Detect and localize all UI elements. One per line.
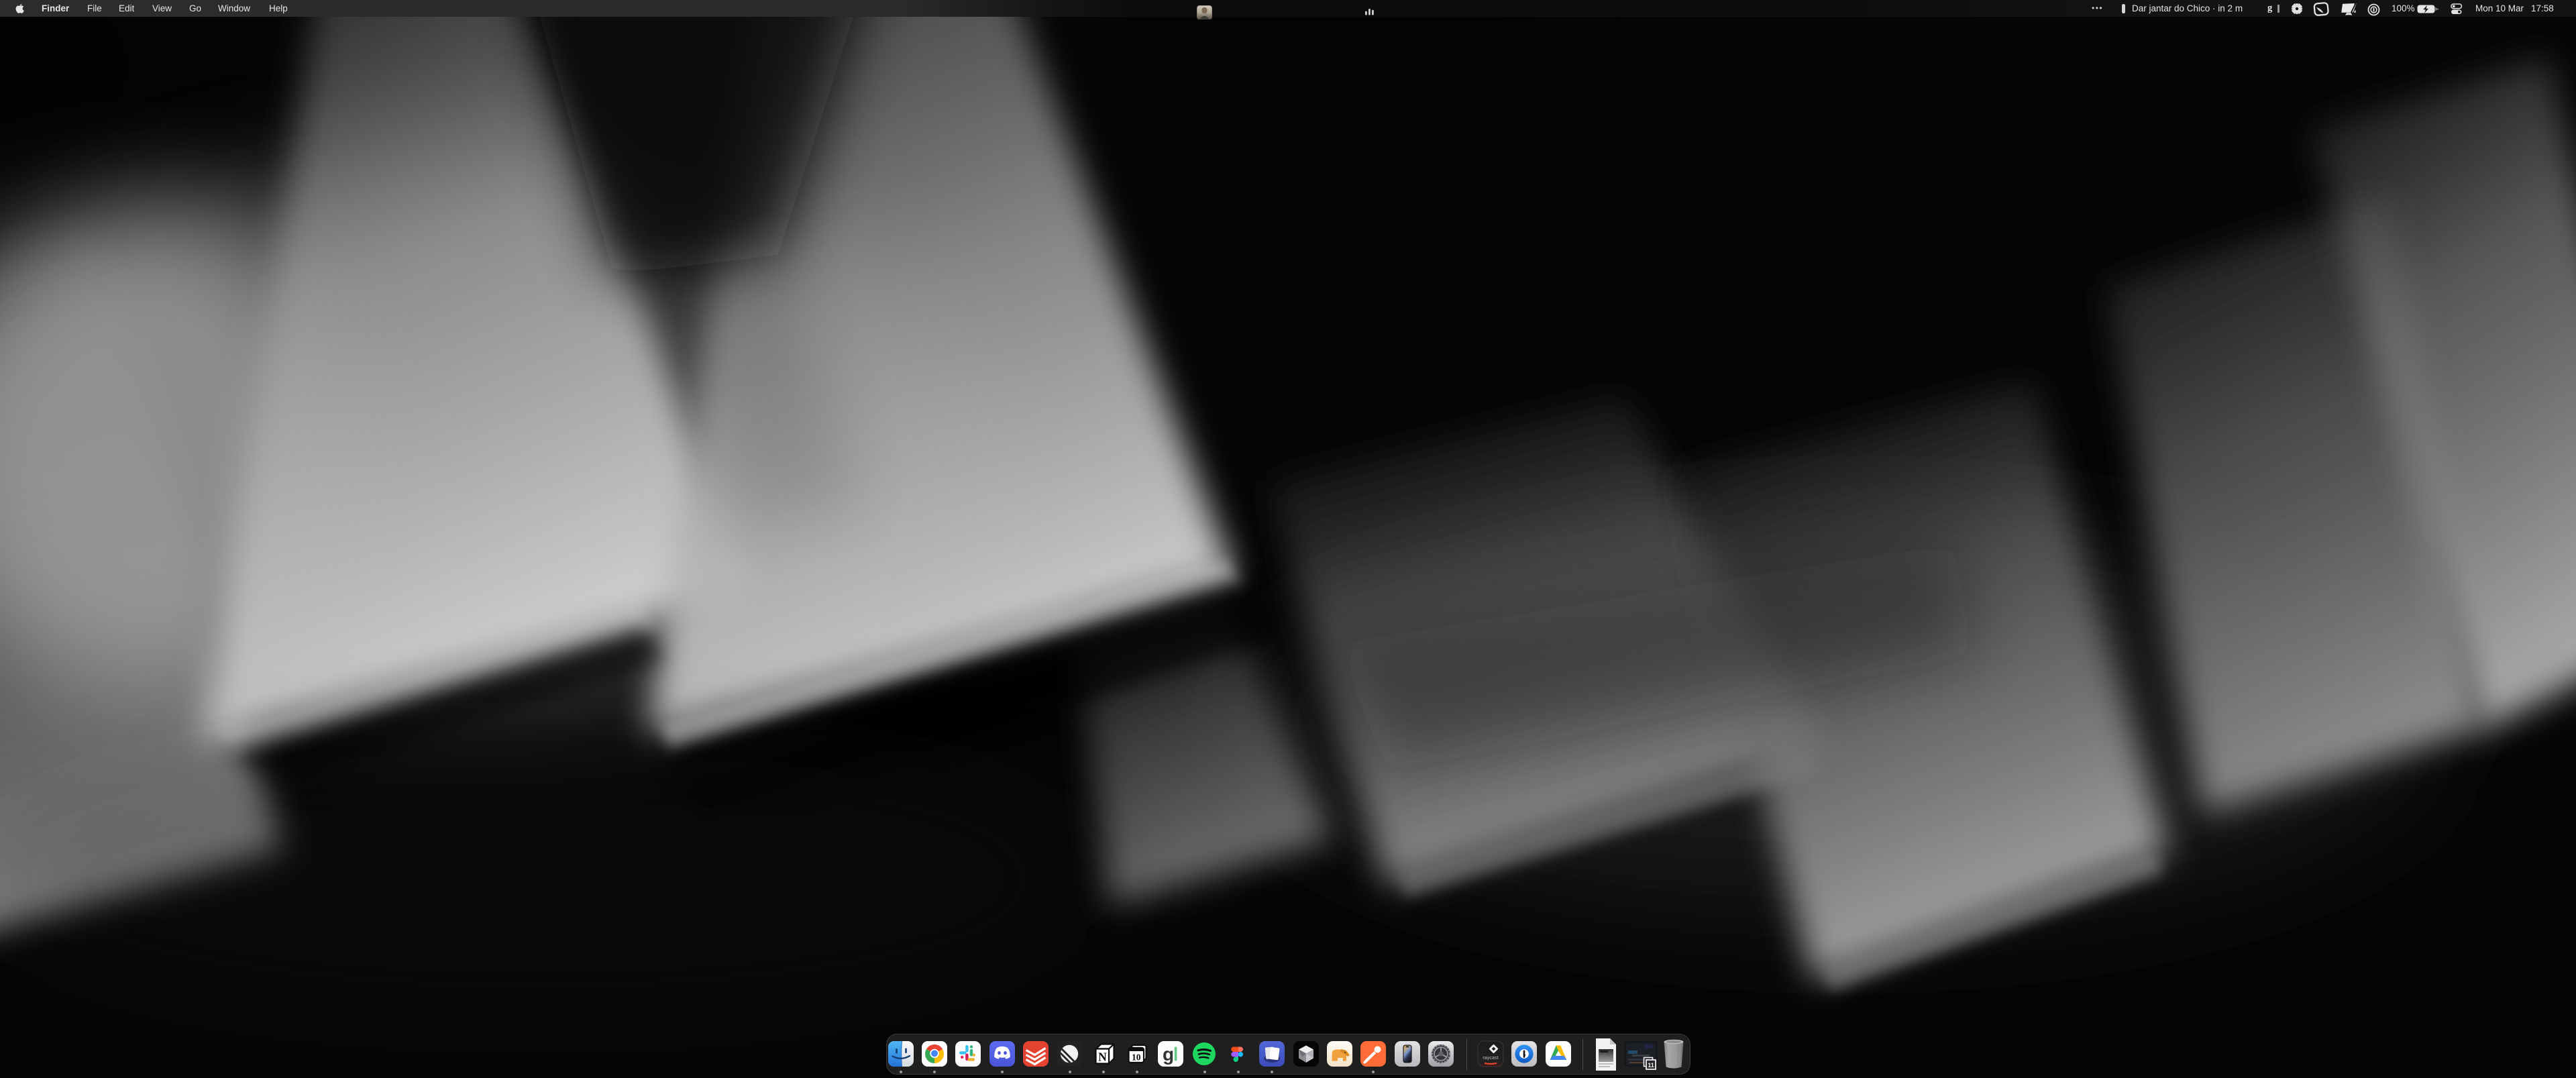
svg-text:g: g (1163, 1044, 1174, 1065)
svg-text:N: N (1098, 1050, 1107, 1064)
svg-text:11: 11 (1648, 1062, 1654, 1069)
svg-text:raycast: raycast (1483, 1055, 1498, 1061)
svg-text:10: 10 (1132, 1053, 1141, 1063)
